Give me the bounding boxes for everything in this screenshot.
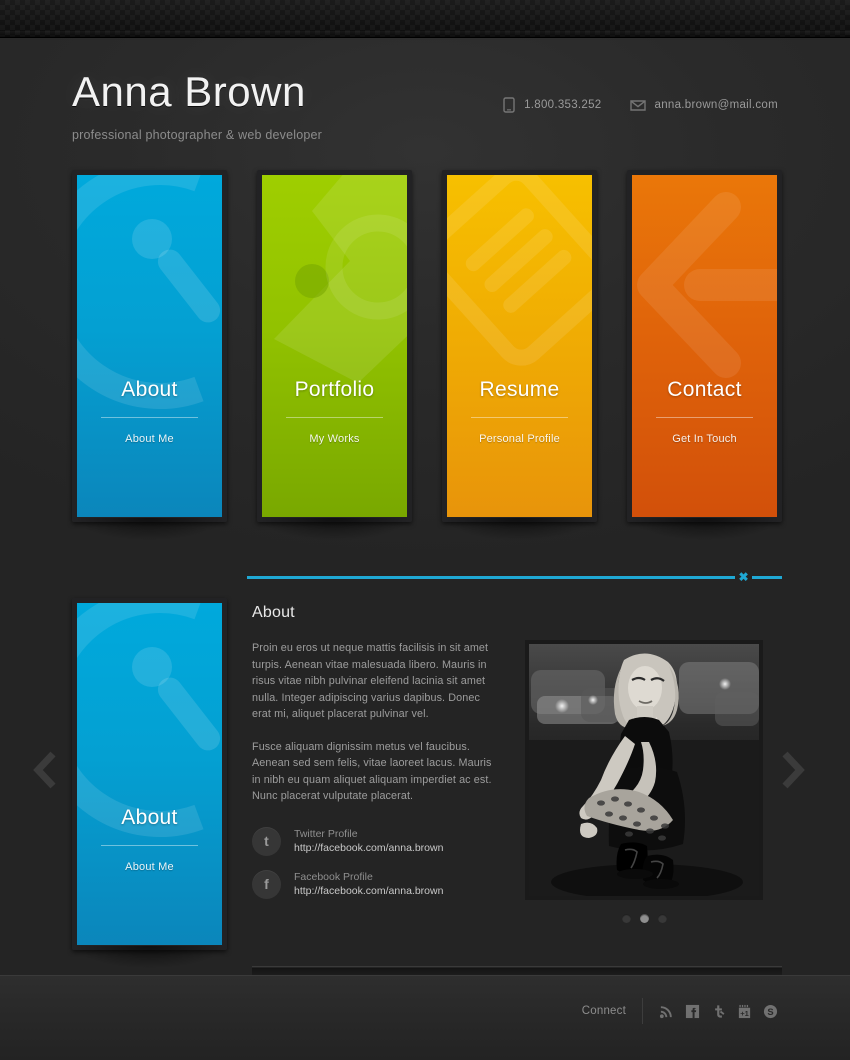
card-drop-shadow <box>631 518 778 540</box>
social-url: http://facebook.com/anna.brown <box>294 841 444 854</box>
card-subtitle: Personal Profile <box>479 433 560 445</box>
document-lines-icon <box>447 175 592 366</box>
rss-icon[interactable] <box>659 1004 674 1019</box>
google-plus-icon[interactable]: +1 <box>737 1004 752 1019</box>
card-title: Portfolio <box>294 378 375 401</box>
nav-card-resume-wrap: Resume Personal Profile <box>442 170 597 540</box>
social-label: Facebook Profile <box>294 870 373 883</box>
footer-connect-group: Connect +1 S <box>582 998 778 1024</box>
site-header: Anna Brown professional photographer & w… <box>72 69 778 182</box>
card-text-block: About About Me <box>77 806 222 873</box>
email-address: anna.brown@mail.com <box>654 99 778 111</box>
detail-content: About Proin eu eros ut neque mattis faci… <box>252 604 782 923</box>
connect-label: Connect <box>581 1005 626 1017</box>
social-text: Facebook Profile http://facebook.com/ann… <box>294 870 443 899</box>
site-footer: Connect +1 S <box>0 975 850 1060</box>
card-subtitle: Get In Touch <box>672 433 737 445</box>
contact-info: 1.800.353.252 anna.brown@mail.com <box>503 97 778 113</box>
twitter-icon[interactable] <box>711 1004 726 1019</box>
card-background <box>77 603 222 945</box>
detail-panel: ✖ About About Me About Proin eu eros ut … <box>72 568 782 982</box>
card-subtitle: My Works <box>309 433 360 445</box>
card-rule <box>101 845 198 846</box>
svg-text:+1: +1 <box>740 1009 749 1018</box>
card-text-block: Resume Personal Profile <box>447 378 592 445</box>
panel-divider <box>252 966 782 967</box>
card-drop-shadow <box>76 518 223 540</box>
card-subtitle: About Me <box>125 433 174 445</box>
card-drop-shadow <box>76 946 223 968</box>
card-rule <box>286 417 383 418</box>
envelope-icon <box>629 99 646 112</box>
card-title: Resume <box>479 378 560 401</box>
card-title: Contact <box>667 378 742 401</box>
chevron-left-icon[interactable] <box>32 750 58 790</box>
detail-text-column: Proin eu eros ut neque mattis facilisis … <box>252 640 495 923</box>
social-text: Twitter Profile http://facebook.com/anna… <box>294 827 443 856</box>
card-text-block: About About Me <box>77 378 222 445</box>
tag-label-icon <box>274 175 407 383</box>
nav-card-contact[interactable]: Contact Get In Touch <box>627 170 782 522</box>
footer-separator <box>642 998 643 1024</box>
social-label: Twitter Profile <box>294 827 358 840</box>
detail-columns: Proin eu eros ut neque mattis facilisis … <box>252 640 782 923</box>
card-background <box>77 175 222 517</box>
card-drop-shadow <box>446 518 593 540</box>
nav-card-contact-wrap: Contact Get In Touch <box>627 170 782 540</box>
card-title: About <box>121 378 178 401</box>
detail-card-about-wrap: About About Me <box>72 598 227 968</box>
nav-card-portfolio-wrap: Portfolio My Works <box>257 170 412 540</box>
page-tagline: professional photographer & web develope… <box>72 128 323 143</box>
card-title: About <box>121 806 178 829</box>
nav-card-about[interactable]: About About Me <box>72 170 227 522</box>
slider-dots <box>525 914 763 923</box>
detail-paragraph: Proin eu eros ut neque mattis facilisis … <box>252 642 489 720</box>
card-rule <box>471 417 568 418</box>
profile-photo <box>525 640 763 900</box>
card-drop-shadow <box>261 518 408 540</box>
facebook-icon: f <box>252 869 281 899</box>
svg-text:S: S <box>767 1006 773 1016</box>
card-subtitle: About Me <box>125 861 174 873</box>
slider-dot-3[interactable] <box>657 914 667 923</box>
footer-social-icons: +1 S <box>659 1004 778 1019</box>
panel-accent-bar <box>247 576 782 579</box>
card-background <box>262 175 407 517</box>
chevron-right-icon[interactable] <box>780 750 806 790</box>
social-row-twitter[interactable]: t Twitter Profile http://facebook.com/an… <box>252 826 495 856</box>
slider-dot-1[interactable] <box>621 914 631 923</box>
card-text-block: Contact Get In Touch <box>632 378 777 445</box>
card-text-block: Portfolio My Works <box>262 378 407 445</box>
social-row-facebook[interactable]: f Facebook Profile http://facebook.com/a… <box>252 869 495 899</box>
nav-card-about-wrap: About About Me <box>72 170 227 540</box>
detail-card-about[interactable]: About About Me <box>72 598 227 950</box>
contact-email[interactable]: anna.brown@mail.com <box>629 99 778 112</box>
facebook-icon[interactable] <box>685 1004 700 1019</box>
social-url: http://facebook.com/anna.brown <box>294 884 444 897</box>
nav-card-row: About About Me Portfolio My Works Resume… <box>72 170 782 542</box>
phone-icon <box>503 97 515 113</box>
card-rule <box>656 417 753 418</box>
page-body: Anna Brown professional photographer & w… <box>0 38 850 982</box>
twitter-icon: t <box>252 826 281 856</box>
nav-card-portfolio[interactable]: Portfolio My Works <box>257 170 412 522</box>
close-icon[interactable]: ✖ <box>735 569 752 586</box>
social-profile-list: t Twitter Profile http://facebook.com/an… <box>252 826 495 899</box>
card-background <box>447 175 592 517</box>
skype-icon[interactable]: S <box>763 1004 778 1019</box>
topbar-shine <box>0 31 850 37</box>
top-texture-bar <box>0 0 850 38</box>
contact-phone[interactable]: 1.800.353.252 <box>503 97 601 113</box>
slider-dot-2[interactable] <box>639 914 649 923</box>
detail-photo-column <box>525 640 763 923</box>
detail-paragraph: Fusce aliquam dignissim metus vel faucib… <box>252 740 492 803</box>
nav-card-resume[interactable]: Resume Personal Profile <box>442 170 597 522</box>
card-rule <box>101 417 198 418</box>
card-background <box>632 175 777 517</box>
phone-number: 1.800.353.252 <box>524 99 602 111</box>
detail-heading: About <box>252 604 295 621</box>
